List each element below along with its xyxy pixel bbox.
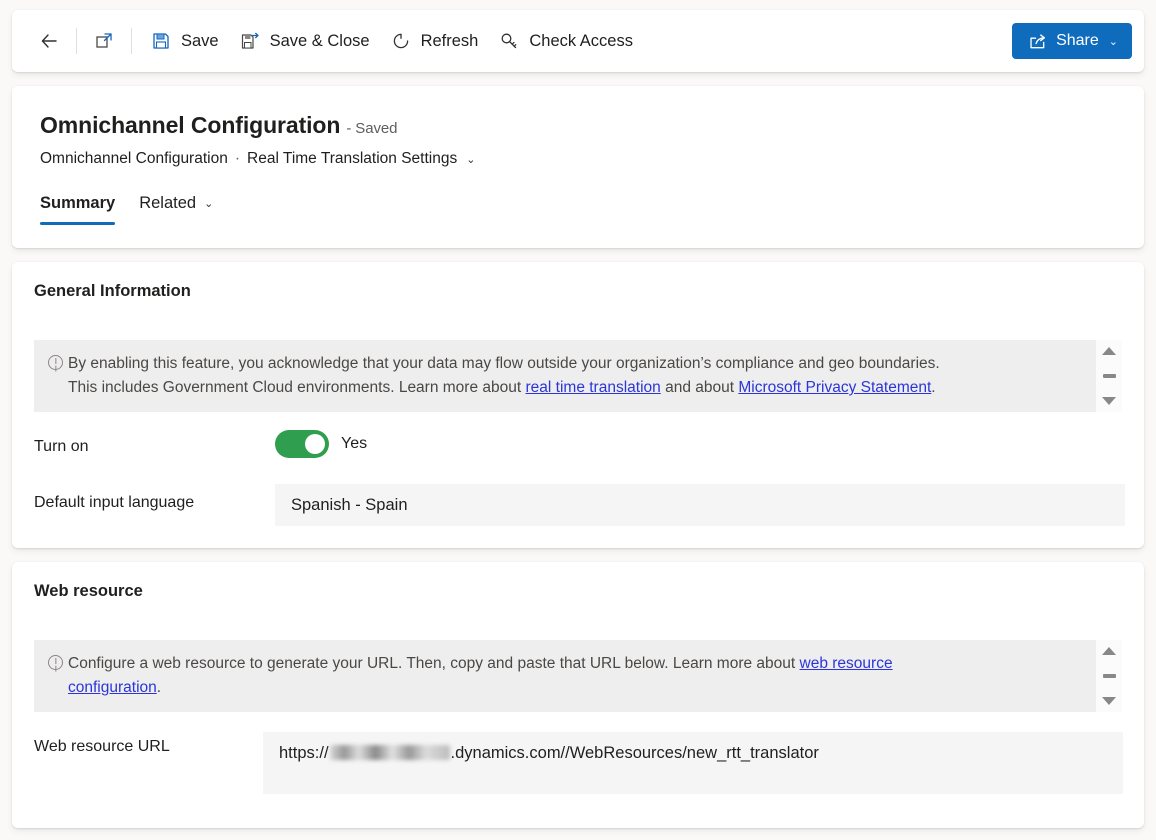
web-resource-url-field[interactable]: https:// .dynamics.com//WebResources/new_… xyxy=(263,732,1123,794)
web-resource-notice-line1-pre: Configure a web resource to generate you… xyxy=(68,655,800,672)
web-resource-notice-line2: configuration. xyxy=(48,676,1082,700)
toolbar-divider-1 xyxy=(76,28,77,54)
record-title-text: Omnichannel Configuration xyxy=(40,112,340,138)
refresh-icon xyxy=(390,30,412,52)
chevron-down-icon[interactable]: ⌄ xyxy=(466,153,475,166)
info-circle-icon xyxy=(48,655,63,670)
scroll-down-icon[interactable] xyxy=(1102,397,1116,405)
web-resource-notice-scrollbar[interactable] xyxy=(1096,640,1122,712)
general-notice-banner: By enabling this feature, you acknowledg… xyxy=(34,340,1122,412)
turn-on-label: Turn on xyxy=(34,438,89,456)
web-resource-url-label: Web resource URL xyxy=(34,738,170,756)
chevron-down-icon: ⌄ xyxy=(204,197,213,210)
tab-related-label: Related xyxy=(139,194,196,213)
tab-list: Summary Related ⌄ xyxy=(40,194,213,225)
toolbar-divider-2 xyxy=(131,28,132,54)
web-resource-heading: Web resource xyxy=(34,582,143,601)
toggle-knob xyxy=(305,434,325,454)
general-notice-text: By enabling this feature, you acknowledg… xyxy=(34,340,1096,412)
page-root: Save Save & Close Refresh Check Access xyxy=(0,0,1156,840)
open-in-new-window-button[interactable] xyxy=(85,22,123,60)
default-input-language-value: Spanish - Spain xyxy=(291,496,408,515)
web-resource-notice-banner: Configure a web resource to generate you… xyxy=(34,640,1122,712)
tab-summary-label: Summary xyxy=(40,194,115,213)
share-icon xyxy=(1026,30,1048,52)
refresh-button[interactable]: Refresh xyxy=(380,22,489,60)
general-notice-line1: By enabling this feature, you acknowledg… xyxy=(68,355,940,372)
scroll-down-icon[interactable] xyxy=(1102,697,1116,705)
general-notice-line2-pre: This includes Government Cloud environme… xyxy=(68,379,526,396)
check-access-button-label: Check Access xyxy=(529,32,633,51)
save-button-label: Save xyxy=(181,32,219,51)
general-notice-line2: This includes Government Cloud environme… xyxy=(48,376,1082,400)
general-notice-scrollbar[interactable] xyxy=(1096,340,1122,412)
check-access-button[interactable]: Check Access xyxy=(488,22,643,60)
default-input-language-field[interactable]: Spanish - Spain xyxy=(275,484,1125,526)
chevron-down-icon: ⌄ xyxy=(1109,35,1118,48)
breadcrumb-separator: · xyxy=(235,150,240,168)
general-notice-line2-post: . xyxy=(931,379,935,396)
url-prefix: https:// xyxy=(279,744,329,762)
breadcrumb: Omnichannel Configuration · Real Time Tr… xyxy=(40,150,475,168)
info-circle-icon xyxy=(48,355,63,370)
url-suffix: .dynamics.com//WebResources/new_rtt_tran… xyxy=(451,744,819,762)
scroll-up-icon[interactable] xyxy=(1102,647,1116,655)
share-button-label: Share xyxy=(1056,32,1099,50)
tab-related[interactable]: Related ⌄ xyxy=(139,194,213,225)
breadcrumb-current[interactable]: Real Time Translation Settings xyxy=(247,150,457,168)
save-and-close-button[interactable]: Save & Close xyxy=(229,22,380,60)
save-and-close-button-label: Save & Close xyxy=(270,32,370,51)
key-icon xyxy=(498,30,520,52)
save-button[interactable]: Save xyxy=(140,22,229,60)
web-resource-link[interactable]: web resource xyxy=(800,655,893,672)
redacted-domain xyxy=(330,745,450,760)
turn-on-field: Yes xyxy=(275,430,367,458)
microsoft-privacy-statement-link[interactable]: Microsoft Privacy Statement xyxy=(738,379,931,396)
save-status-text: - Saved xyxy=(346,120,397,137)
turn-on-toggle[interactable] xyxy=(275,430,329,458)
save-disk-icon xyxy=(150,30,172,52)
popout-icon xyxy=(93,30,115,52)
web-resource-notice-line2-post: . xyxy=(157,679,161,696)
back-button[interactable] xyxy=(30,22,68,60)
arrow-left-icon xyxy=(38,30,60,52)
general-information-heading: General Information xyxy=(34,282,191,301)
breadcrumb-parent[interactable]: Omnichannel Configuration xyxy=(40,150,228,168)
page-title: Omnichannel Configuration - Saved xyxy=(40,112,397,139)
real-time-translation-link[interactable]: real time translation xyxy=(526,379,661,396)
web-resource-configuration-link[interactable]: configuration xyxy=(68,679,157,696)
refresh-button-label: Refresh xyxy=(421,32,479,51)
general-information-card: General Information By enabling this fea… xyxy=(12,262,1144,548)
record-header-card: Omnichannel Configuration - Saved Omnicha… xyxy=(12,86,1144,248)
scroll-up-icon[interactable] xyxy=(1102,347,1116,355)
web-resource-url-value: https:// .dynamics.com//WebResources/new_… xyxy=(279,744,819,763)
save-close-icon xyxy=(239,30,261,52)
web-resource-card: Web resource Configure a web resource to… xyxy=(12,562,1144,828)
scroll-thumb[interactable] xyxy=(1103,374,1116,378)
tab-summary[interactable]: Summary xyxy=(40,194,115,225)
share-button[interactable]: Share ⌄ xyxy=(1012,23,1132,59)
command-bar: Save Save & Close Refresh Check Access xyxy=(12,10,1144,72)
general-notice-line2-mid: and about xyxy=(661,379,739,396)
web-resource-notice-text: Configure a web resource to generate you… xyxy=(34,640,1096,712)
scroll-thumb[interactable] xyxy=(1103,674,1116,678)
default-input-language-label: Default input language xyxy=(34,494,194,512)
turn-on-value: Yes xyxy=(341,435,367,453)
